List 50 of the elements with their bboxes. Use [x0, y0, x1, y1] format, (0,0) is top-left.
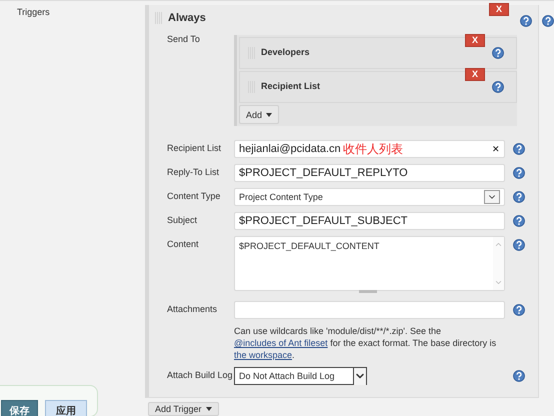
help-icon[interactable]	[492, 47, 504, 59]
help-icon[interactable]	[513, 239, 525, 251]
text-area[interactable]: $PROJECT_DEFAULT_CONTENT	[234, 236, 505, 291]
dropdown[interactable]: Do Not Attach Build Log	[234, 367, 367, 385]
field-label: Recipient List	[167, 142, 222, 153]
field-label: Subject	[167, 214, 198, 225]
apply-button[interactable]: 应用	[45, 400, 87, 416]
dropdown[interactable]: Project Content Type	[234, 188, 505, 206]
delete-button[interactable]: X	[465, 34, 485, 47]
help-icon[interactable]	[513, 215, 525, 227]
field-label: Attach Build Log	[167, 369, 234, 380]
chevron-up-icon	[494, 240, 503, 249]
caret-icon	[206, 407, 212, 411]
scrollbar[interactable]	[493, 237, 504, 290]
field-label: Attachments	[167, 303, 218, 314]
text-field[interactable]: hejianlai@pcidata.cn 收件人列表 ✕	[234, 140, 505, 158]
help-icon[interactable]	[513, 191, 525, 203]
help-icon[interactable]	[513, 143, 525, 155]
field-label: Content	[167, 238, 200, 249]
add-button[interactable]: Add	[239, 105, 280, 124]
chevron-down-icon	[494, 278, 503, 287]
help-icon[interactable]	[520, 15, 532, 27]
caret-icon	[266, 112, 272, 116]
chevron-down-icon	[484, 190, 500, 204]
recipient-name: Recipient List	[261, 81, 322, 91]
link[interactable]: the workspace	[234, 350, 292, 360]
resize-handle[interactable]	[359, 290, 377, 293]
annotation-text: 收件人列表	[343, 140, 404, 158]
chevron-down-icon	[353, 368, 366, 384]
help-icon[interactable]	[513, 167, 525, 179]
add-trigger-button[interactable]: Add Trigger	[148, 402, 219, 416]
delete-button[interactable]: X	[465, 68, 485, 81]
help-icon[interactable]	[492, 81, 504, 93]
help-icon[interactable]	[513, 370, 525, 382]
section-label: Triggers	[17, 7, 50, 17]
field-label: Send To	[167, 33, 201, 44]
save-button[interactable]: 保存	[1, 400, 38, 416]
text-field[interactable]: $PROJECT_DEFAULT_REPLYTO	[234, 164, 505, 182]
link[interactable]: @includes of Ant fileset	[234, 338, 328, 348]
trigger-title: Always	[168, 12, 207, 24]
recipient-name: Developers	[261, 47, 311, 57]
clear-button[interactable]: ✕	[492, 144, 500, 154]
field-label: Content Type	[167, 190, 222, 201]
help-icon[interactable]	[542, 15, 554, 27]
help-text: Can use wildcards like 'module/dist/**/*.zip'. See the @includes of Ant fileset for the exact format. The base directory is the workspace.	[234, 325, 498, 361]
delete-button[interactable]: X	[489, 3, 509, 16]
text-field[interactable]	[234, 301, 505, 319]
field-label: Reply-To List	[167, 166, 220, 177]
text-field[interactable]: $PROJECT_DEFAULT_SUBJECT	[234, 212, 505, 230]
help-icon[interactable]	[513, 304, 525, 316]
